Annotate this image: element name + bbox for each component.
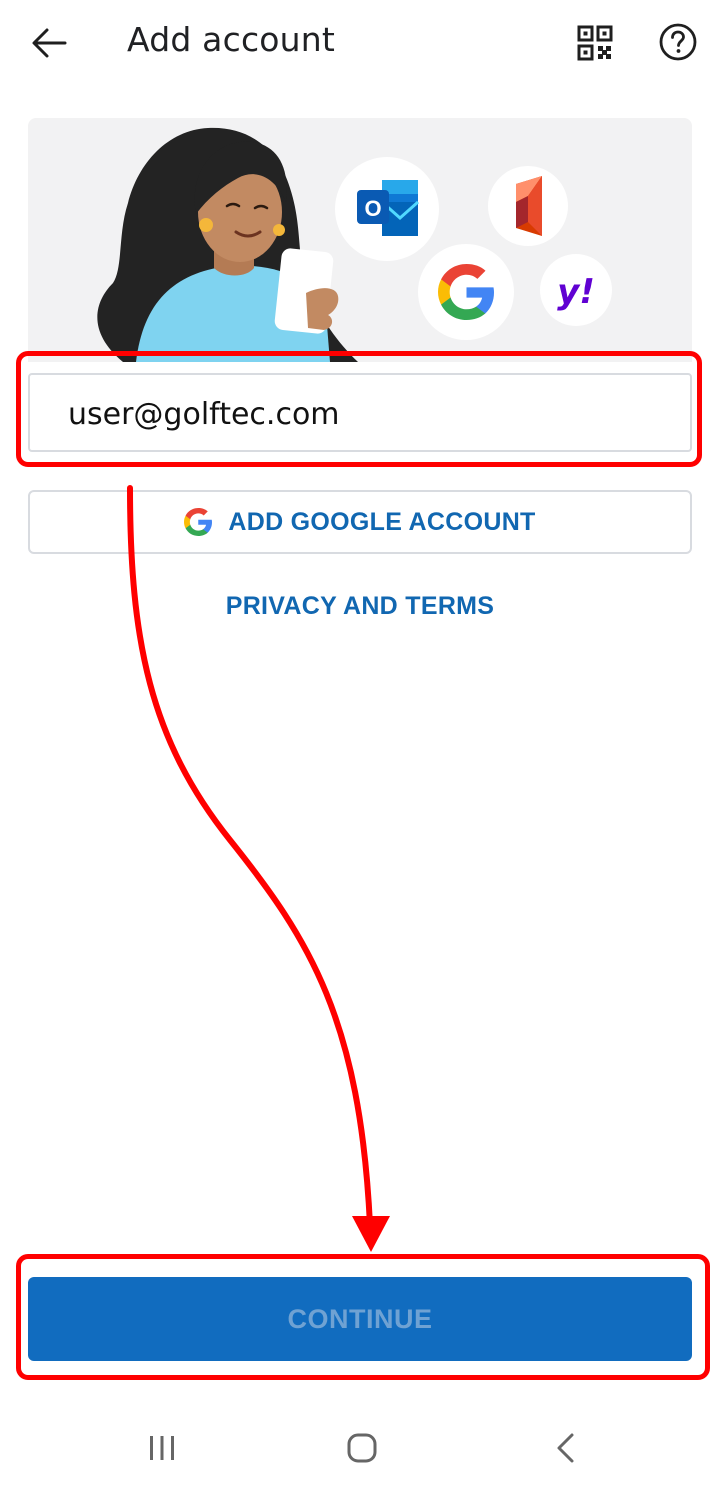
arrow-head-icon: [352, 1216, 390, 1252]
hero-illustration: O y!: [28, 118, 692, 362]
add-google-account-label: ADD GOOGLE ACCOUNT: [228, 507, 536, 536]
hero-art: O y!: [97, 127, 612, 362]
add-google-account-button[interactable]: ADD GOOGLE ACCOUNT: [28, 490, 692, 554]
email-input[interactable]: [68, 393, 648, 435]
home-icon: [347, 1433, 377, 1463]
help-button[interactable]: [652, 16, 704, 68]
email-field[interactable]: [28, 373, 692, 452]
app-bar: Add account: [0, 0, 720, 86]
system-nav-bar: [0, 1400, 720, 1487]
qr-code-button[interactable]: [570, 18, 620, 68]
page-title: Add account: [127, 20, 336, 59]
system-back-button[interactable]: [544, 1428, 588, 1468]
office-icon: [516, 176, 542, 236]
chevron-left-icon: [557, 1433, 574, 1463]
recents-icon: [150, 1436, 174, 1460]
qr-code-icon: [577, 25, 613, 61]
home-button[interactable]: [340, 1428, 384, 1468]
help-circle-icon: [659, 23, 697, 61]
back-button[interactable]: [24, 18, 74, 68]
arrow-left-icon: [32, 28, 67, 58]
continue-label: CONTINUE: [287, 1303, 433, 1334]
privacy-and-terms-link[interactable]: PRIVACY AND TERMS: [0, 592, 720, 621]
svg-text:O: O: [364, 196, 381, 221]
recents-button[interactable]: [140, 1432, 184, 1464]
continue-button[interactable]: CONTINUE: [28, 1277, 692, 1361]
yahoo-icon: y!: [557, 272, 595, 312]
google-g-icon: [184, 508, 213, 536]
